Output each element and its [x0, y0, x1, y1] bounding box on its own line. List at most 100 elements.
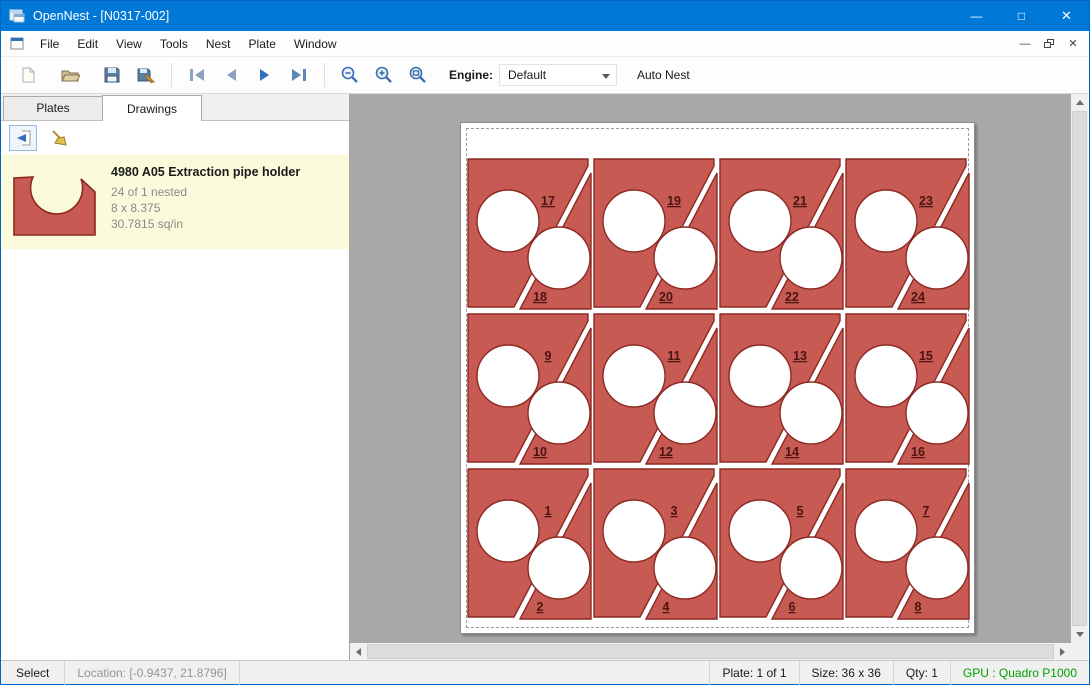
toolbar-separator — [171, 63, 172, 87]
pipe-hole — [654, 537, 716, 599]
part-number: 2 — [537, 600, 544, 614]
zoom-fit-button[interactable] — [401, 60, 435, 90]
mdi-close-button[interactable]: ✕ — [1061, 33, 1085, 55]
horizontal-scroll-thumb[interactable] — [367, 644, 1054, 659]
next-plate-icon — [255, 67, 275, 83]
tab-plates[interactable]: Plates — [3, 96, 103, 120]
main-toolbar: Engine: Default Auto Nest — [1, 57, 1089, 94]
nested-pair[interactable]: 12 — [466, 467, 592, 622]
drawing-list-item[interactable]: 4980 A05 Extraction pipe holder 24 of 1 … — [1, 155, 349, 249]
menu-window[interactable]: Window — [285, 31, 346, 57]
next-plate-button[interactable] — [248, 60, 282, 90]
nested-pair[interactable]: 910 — [466, 312, 592, 467]
menu-plate[interactable]: Plate — [240, 31, 285, 57]
nested-pair[interactable]: 78 — [844, 467, 970, 622]
last-plate-button[interactable] — [282, 60, 316, 90]
pipe-hole — [477, 345, 539, 407]
import-drawing-button[interactable] — [9, 125, 37, 151]
menu-tools[interactable]: Tools — [151, 31, 197, 57]
part-number: 14 — [785, 445, 799, 459]
mode-indicator: Select — [1, 661, 65, 685]
save-as-button[interactable] — [129, 60, 163, 90]
save-icon — [103, 66, 121, 84]
tab-strip: PlatesDrawings — [1, 94, 349, 121]
zoom-in-button[interactable] — [367, 60, 401, 90]
app-window: OpenNest - [N0317-002] — □ ✕ FileEditVie… — [0, 0, 1090, 685]
nested-pair[interactable]: 1718 — [466, 157, 592, 312]
part-number: 5 — [797, 504, 804, 518]
pipe-hole — [603, 500, 665, 562]
pipe-hole — [855, 190, 917, 252]
pipe-hole — [780, 227, 842, 289]
document-icon — [10, 37, 24, 50]
part-number: 19 — [667, 194, 681, 208]
nested-pair[interactable]: 2324 — [844, 157, 970, 312]
vertical-scroll-thumb[interactable] — [1072, 111, 1087, 626]
scroll-left-button[interactable] — [350, 643, 367, 660]
part-number: 18 — [533, 290, 547, 304]
previous-plate-button[interactable] — [214, 60, 248, 90]
part-number: 3 — [671, 504, 678, 518]
drawing-title: 4980 A05 Extraction pipe holder — [111, 165, 300, 179]
canvas-column: 171819202122232491011121314151612345678 — [350, 94, 1089, 660]
menu-view[interactable]: View — [107, 31, 151, 57]
mdi-restore-button[interactable] — [1037, 33, 1061, 55]
vertical-scrollbar[interactable] — [1071, 94, 1088, 643]
close-button[interactable]: ✕ — [1044, 1, 1089, 31]
engine-select[interactable]: Default — [499, 64, 617, 86]
left-panel: PlatesDrawings — [1, 94, 350, 660]
menu-file[interactable]: File — [31, 31, 68, 57]
open-button[interactable] — [53, 60, 87, 90]
new-button[interactable] — [11, 60, 45, 90]
scroll-down-button[interactable] — [1071, 626, 1088, 643]
part-thumbnail — [7, 159, 103, 245]
status-bar: Select Location: [-0.9437, 21.8796] Plat… — [1, 660, 1089, 684]
part-number: 11 — [667, 349, 680, 363]
drawing-info: 4980 A05 Extraction pipe holder 24 of 1 … — [103, 159, 300, 245]
pipe-hole — [729, 500, 791, 562]
title-bar: OpenNest - [N0317-002] — □ ✕ — [1, 1, 1089, 31]
zoom-in-icon — [374, 65, 394, 85]
auto-nest-button[interactable]: Auto Nest — [637, 68, 690, 82]
clean-drawings-button[interactable] — [45, 125, 73, 151]
nested-pair[interactable]: 1314 — [718, 312, 844, 467]
part-number: 20 — [659, 290, 673, 304]
nested-pair[interactable]: 34 — [592, 467, 718, 622]
menu-edit[interactable]: Edit — [68, 31, 107, 57]
nested-pair[interactable]: 1112 — [592, 312, 718, 467]
tab-drawings[interactable]: Drawings — [102, 95, 202, 121]
scroll-up-button[interactable] — [1071, 94, 1088, 111]
maximize-button[interactable]: □ — [999, 1, 1044, 31]
scroll-right-button[interactable] — [1054, 643, 1071, 660]
plate-count-status: Plate: 1 of 1 — [709, 661, 798, 685]
nested-pair[interactable]: 1920 — [592, 157, 718, 312]
mdi-minimize-button[interactable]: — — [1013, 33, 1037, 55]
nested-pair[interactable]: 2122 — [718, 157, 844, 312]
app-icon — [9, 8, 25, 24]
zoom-out-button[interactable] — [333, 60, 367, 90]
zoom-out-icon — [340, 65, 360, 85]
save-as-icon — [136, 66, 156, 84]
menu-nest[interactable]: Nest — [197, 31, 240, 57]
part-number: 4 — [663, 600, 670, 614]
first-plate-button[interactable] — [180, 60, 214, 90]
import-drawing-icon — [14, 129, 32, 147]
part-number: 15 — [919, 349, 933, 363]
pipe-hole — [729, 190, 791, 252]
part-number: 21 — [793, 194, 807, 208]
minimize-button[interactable]: — — [954, 1, 999, 31]
arrow-left-icon — [356, 648, 361, 656]
pipe-hole — [729, 345, 791, 407]
save-button[interactable] — [95, 60, 129, 90]
horizontal-scrollbar[interactable] — [350, 643, 1071, 660]
nested-pair[interactable]: 1516 — [844, 312, 970, 467]
part-number: 17 — [541, 194, 555, 208]
nested-pair[interactable]: 56 — [718, 467, 844, 622]
menu-bar: FileEditViewToolsNestPlateWindow — ✕ — [1, 31, 1089, 57]
nesting-canvas[interactable]: 171819202122232491011121314151612345678 — [350, 94, 1071, 643]
first-plate-icon — [187, 67, 207, 83]
pipe-hole — [906, 382, 968, 444]
pipe-hole — [477, 500, 539, 562]
plate-sheet[interactable]: 171819202122232491011121314151612345678 — [460, 122, 975, 634]
main-area: PlatesDrawings — [1, 94, 1089, 660]
